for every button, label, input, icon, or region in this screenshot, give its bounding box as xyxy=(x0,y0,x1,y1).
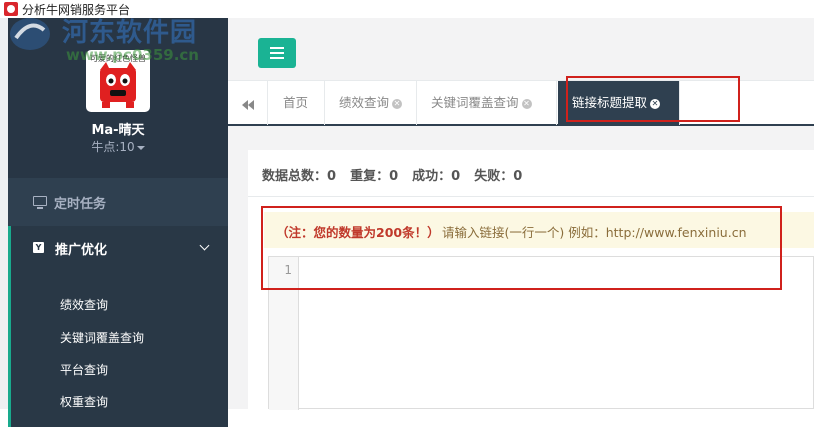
divider xyxy=(248,196,814,197)
submenu-item-weight[interactable]: 权重查询 xyxy=(60,393,108,410)
menu-item-label: 推广优化 xyxy=(55,243,108,258)
top-navbar xyxy=(228,18,814,80)
tab-performance[interactable]: 绩效查询 ✕ xyxy=(325,81,417,125)
menu-group-promotion: Y 推广优化 绩效查询 关键词覆盖查询 平台查询 权重查询 xyxy=(8,226,228,427)
tab-label: 关键词覆盖查询 xyxy=(431,95,519,110)
user-points[interactable]: 牛点:10 xyxy=(8,138,228,155)
close-icon[interactable]: ✕ xyxy=(392,98,403,109)
caret-down-icon xyxy=(136,145,145,150)
submenu-item-platform[interactable]: 平台查询 xyxy=(60,361,108,378)
watermark-url: www.pc0359.cn xyxy=(66,46,199,64)
monitor-icon xyxy=(33,196,47,209)
annotation-box-tab xyxy=(566,76,740,122)
stat-failure: 失败：0 xyxy=(474,169,523,184)
menu-item-label: 定时任务 xyxy=(54,197,107,212)
tab-scroll-left-button[interactable] xyxy=(228,81,268,125)
points-value: 10 xyxy=(119,140,135,154)
stat-total: 数据总数：0 xyxy=(262,169,337,184)
close-icon[interactable]: ✕ xyxy=(521,98,532,109)
menu-toggle-button[interactable] xyxy=(258,38,296,68)
tab-home[interactable]: 首页 xyxy=(269,81,325,125)
submenu-item-keyword-coverage[interactable]: 关键词覆盖查询 xyxy=(60,329,144,346)
stat-success: 成功：0 xyxy=(412,169,461,184)
double-chevron-left-icon xyxy=(242,99,254,114)
yahoo-icon: Y xyxy=(33,242,44,253)
stat-duplicate: 重复：0 xyxy=(350,169,399,184)
menu-item-timed-task[interactable]: 定时任务 xyxy=(8,180,228,224)
tab-label: 绩效查询 xyxy=(339,95,390,110)
watermark-logo xyxy=(10,18,50,50)
user-name[interactable]: Ma-晴天 xyxy=(8,119,228,138)
stats-summary: 数据总数：0 重复：0 成功：0 失败：0 xyxy=(262,165,536,184)
tab-keyword-coverage[interactable]: 关键词覆盖查询 ✕ xyxy=(417,81,557,125)
annotation-box-input xyxy=(261,206,782,290)
menu-item-promotion[interactable]: Y 推广优化 xyxy=(11,226,228,270)
tab-label: 首页 xyxy=(283,95,309,110)
chevron-down-icon xyxy=(199,240,210,251)
points-label: 牛点: xyxy=(91,140,120,154)
window-left-edge xyxy=(0,18,8,409)
sidebar: 可爱的红色怪兽 Ma-晴天 牛点:10 定时任务 Y 推广优化 绩效查询 关键词… xyxy=(8,18,228,427)
watermark-name: 河东软件园 xyxy=(62,18,198,48)
submenu-item-performance[interactable]: 绩效查询 xyxy=(60,296,108,313)
